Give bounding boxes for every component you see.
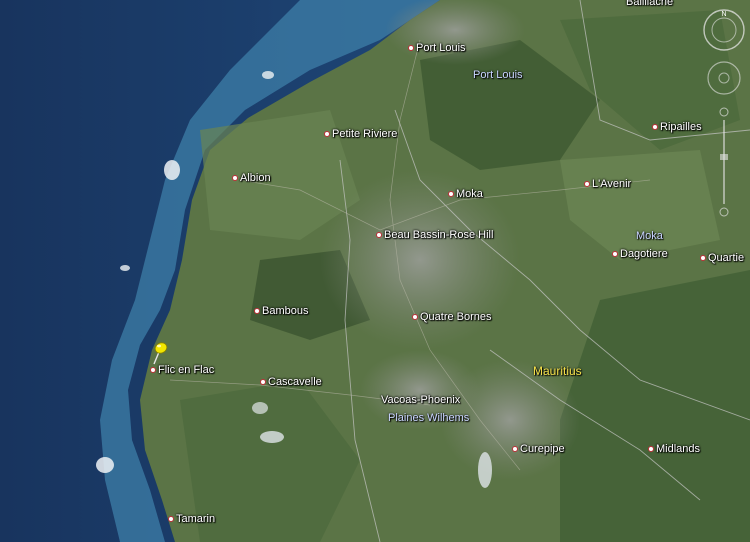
look-joystick-icon[interactable] bbox=[707, 61, 741, 95]
place-label-albion[interactable]: Albion bbox=[232, 172, 271, 184]
place-name: Vacoas-Phoenix bbox=[381, 394, 461, 406]
place-marker-icon bbox=[648, 446, 654, 453]
place-label-petite-riviere[interactable]: Petite Riviere bbox=[324, 128, 397, 140]
place-label-moka[interactable]: Moka bbox=[448, 188, 483, 200]
place-name: Petite Riviere bbox=[332, 128, 398, 140]
place-marker-icon bbox=[232, 175, 238, 182]
cloud bbox=[260, 431, 284, 443]
place-name: Ripailles bbox=[660, 121, 702, 133]
place-name: Dagotiere bbox=[620, 248, 668, 260]
place-label-curepipe[interactable]: Curepipe bbox=[512, 443, 565, 455]
place-label-l-avenir[interactable]: L'Avenir bbox=[584, 178, 631, 190]
place-marker-icon bbox=[652, 124, 658, 131]
place-marker-icon bbox=[512, 446, 518, 453]
map-terrain[interactable] bbox=[0, 0, 750, 542]
place-name: Quatre Bornes bbox=[420, 311, 492, 323]
district-label-port-louis[interactable]: Port Louis bbox=[473, 69, 523, 81]
place-marker-icon bbox=[700, 255, 706, 262]
cloud bbox=[120, 265, 130, 271]
place-marker-icon bbox=[254, 308, 260, 315]
pushpin-icon[interactable] bbox=[150, 340, 170, 366]
place-name: Port Louis bbox=[416, 42, 466, 54]
place-name: Midlands bbox=[656, 443, 701, 455]
place-label-quartier[interactable]: Quartie bbox=[700, 252, 744, 264]
place-label-bailliache[interactable]: Bailliache bbox=[626, 0, 673, 8]
place-label-midlands[interactable]: Midlands bbox=[648, 443, 700, 455]
navigation-controls[interactable]: N bbox=[700, 4, 748, 224]
place-label-ripailles[interactable]: Ripailles bbox=[652, 121, 702, 133]
place-label-cascavelle[interactable]: Cascavelle bbox=[260, 376, 322, 388]
place-marker-icon bbox=[612, 251, 618, 258]
place-marker-icon bbox=[408, 45, 414, 52]
place-marker-icon bbox=[260, 379, 266, 386]
place-name: Curepipe bbox=[520, 443, 565, 455]
place-label-vacoas-phoenix[interactable]: Vacoas-Phoenix bbox=[381, 394, 460, 406]
place-name: Cascavelle bbox=[268, 376, 322, 388]
cloud bbox=[252, 402, 268, 414]
place-label-tamarin[interactable]: Tamarin bbox=[168, 513, 215, 525]
district-label-moka[interactable]: Moka bbox=[636, 230, 663, 242]
svg-text:N: N bbox=[721, 11, 726, 18]
place-label-port-louis[interactable]: Port Louis bbox=[408, 42, 466, 54]
place-name: Bambous bbox=[262, 305, 309, 317]
place-name: Tamarin bbox=[176, 513, 216, 525]
country-label[interactable]: Mauritius bbox=[533, 364, 582, 378]
place-name: Moka bbox=[456, 188, 483, 200]
place-name: Beau Bassin-Rose Hill bbox=[384, 229, 494, 241]
cloud bbox=[96, 457, 114, 473]
place-label-quatre-bornes[interactable]: Quatre Bornes bbox=[412, 311, 492, 323]
place-name: Albion bbox=[240, 172, 271, 184]
cloud bbox=[262, 71, 274, 79]
place-label-beau-bassin[interactable]: Beau Bassin-Rose Hill bbox=[376, 229, 493, 241]
place-marker-icon bbox=[584, 181, 590, 188]
cloud bbox=[478, 452, 492, 488]
place-name: L'Avenir bbox=[592, 178, 632, 190]
place-marker-icon bbox=[150, 367, 156, 374]
place-marker-icon bbox=[376, 232, 382, 239]
place-name: Bailliache bbox=[626, 0, 674, 8]
place-marker-icon bbox=[412, 314, 418, 321]
district-label-plaines-wilhems[interactable]: Plaines Wilhems bbox=[388, 412, 469, 424]
place-name: Quartie bbox=[708, 252, 745, 264]
place-marker-icon bbox=[448, 191, 454, 198]
place-label-bambous[interactable]: Bambous bbox=[254, 305, 308, 317]
cloud bbox=[164, 160, 180, 180]
place-marker-icon bbox=[324, 131, 330, 138]
place-marker-icon bbox=[168, 516, 174, 523]
zoom-slider-icon[interactable] bbox=[719, 107, 729, 217]
compass-icon[interactable]: N bbox=[703, 9, 745, 51]
place-label-dagotiere[interactable]: Dagotiere bbox=[612, 248, 668, 260]
map-view[interactable]: Bailliache Port Louis Petite Riviere Rip… bbox=[0, 0, 750, 542]
